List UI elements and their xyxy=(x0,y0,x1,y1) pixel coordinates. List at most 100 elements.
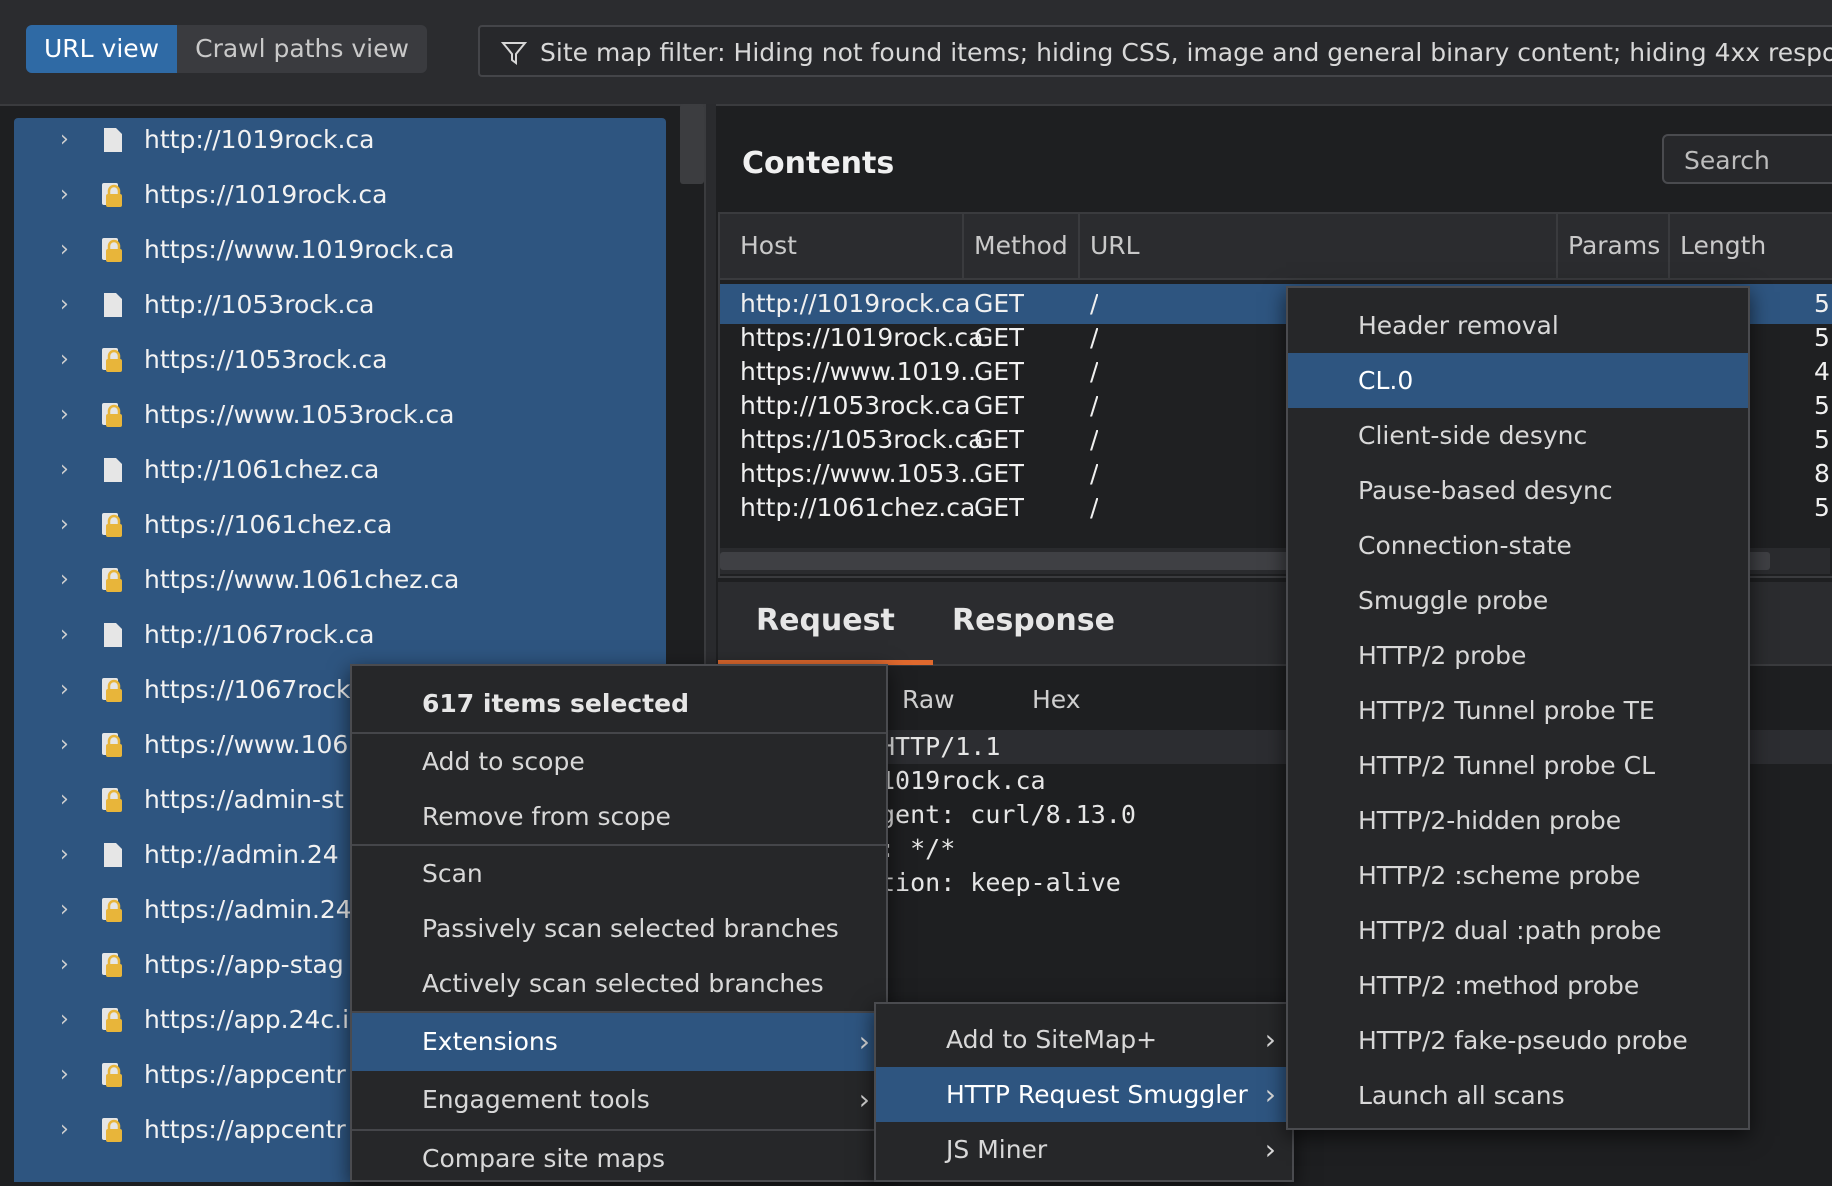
site-map-filter-bar[interactable]: Site map filter: Hiding not found items;… xyxy=(478,25,1832,77)
chevron-right-icon: › xyxy=(1264,1133,1276,1166)
menu-item-extensions[interactable]: Extensions › xyxy=(352,1013,886,1071)
filter-icon xyxy=(500,42,528,65)
menu-item-smuggler-option[interactable]: HTTP/2 probe xyxy=(1288,628,1748,683)
chevron-right-icon[interactable]: › xyxy=(60,827,82,882)
secure-host-icon xyxy=(102,788,122,812)
column-method[interactable]: Method xyxy=(964,214,1080,278)
chevron-right-icon[interactable]: › xyxy=(60,717,82,772)
tree-item[interactable]: › http://1019rock.ca xyxy=(14,112,666,167)
menu-item-smuggler-option[interactable]: HTTP/2 dual :path probe xyxy=(1288,903,1748,958)
menu-item-scan[interactable]: Scan xyxy=(352,846,886,901)
chevron-right-icon[interactable]: › xyxy=(60,937,82,992)
menu-item-smuggler-option[interactable]: Connection-state xyxy=(1288,518,1748,573)
menu-item-active-scan[interactable]: Actively scan selected branches xyxy=(352,956,886,1011)
tree-item-label: https://1053rock.ca xyxy=(144,345,388,374)
tab-hex[interactable]: Hex xyxy=(1032,672,1081,728)
menu-item-add-to-scope[interactable]: Add to scope xyxy=(352,734,886,789)
column-length[interactable]: Length xyxy=(1670,214,1832,278)
tree-item[interactable]: › https://1061chez.ca xyxy=(14,497,666,552)
cell-method: GET xyxy=(974,493,1025,522)
menu-item-passive-scan[interactable]: Passively scan selected branches xyxy=(352,901,886,956)
tree-item-label: https://www.1019rock.ca xyxy=(144,235,455,264)
secure-host-icon xyxy=(102,898,122,922)
tab-response[interactable]: Response xyxy=(914,582,1153,660)
menu-item-smuggler-option[interactable]: Header removal xyxy=(1288,298,1748,353)
chevron-right-icon[interactable]: › xyxy=(60,387,82,442)
column-url[interactable]: URL xyxy=(1080,214,1558,278)
tree-item-label: https://1067rock xyxy=(144,675,351,704)
tree-item[interactable]: › http://1053rock.ca xyxy=(14,277,666,332)
chevron-right-icon[interactable]: › xyxy=(60,1102,82,1157)
chevron-right-icon: › xyxy=(858,1083,870,1116)
chevron-right-icon[interactable]: › xyxy=(60,442,82,497)
tree-item[interactable]: › https://1053rock.ca xyxy=(14,332,666,387)
code-line: : */* xyxy=(880,834,956,863)
secure-host-icon xyxy=(102,568,122,592)
menu-item-smuggler-option[interactable]: HTTP/2 :scheme probe xyxy=(1288,848,1748,903)
tab-raw[interactable]: Raw xyxy=(902,672,955,728)
top-toolbar: URL view Crawl paths view Site map filte… xyxy=(0,0,1832,106)
menu-item-smuggler-option[interactable]: Pause-based desync xyxy=(1288,463,1748,518)
menu-item-smuggler-option[interactable]: HTTP/2 Tunnel probe TE xyxy=(1288,683,1748,738)
menu-item-smuggler-option[interactable]: Smuggle probe xyxy=(1288,573,1748,628)
tree-item-label: https://appcentr xyxy=(144,1060,346,1089)
chevron-right-icon[interactable]: › xyxy=(60,277,82,332)
tree-item[interactable]: › https://www.1061chez.ca xyxy=(14,552,666,607)
menu-item-smuggler-option[interactable]: CL.0 xyxy=(1288,353,1748,408)
menu-item-js-miner[interactable]: JS Miner › xyxy=(876,1122,1292,1177)
chevron-right-icon[interactable]: › xyxy=(60,607,82,662)
chevron-right-icon[interactable]: › xyxy=(60,1047,82,1102)
tree-item-label: https://www.1061chez.ca xyxy=(144,565,460,594)
column-host[interactable]: Host xyxy=(720,214,964,278)
tree-item-label: http://1067rock.ca xyxy=(144,620,375,649)
secure-host-icon xyxy=(102,403,122,427)
crawl-paths-view-tab[interactable]: Crawl paths view xyxy=(177,25,427,73)
chevron-right-icon[interactable]: › xyxy=(60,497,82,552)
chevron-right-icon[interactable]: › xyxy=(60,167,82,222)
url-view-tab[interactable]: URL view xyxy=(26,25,178,73)
menu-item-http-request-smuggler[interactable]: HTTP Request Smuggler › xyxy=(876,1067,1292,1122)
secure-host-icon xyxy=(102,953,122,977)
menu-item-remove-from-scope[interactable]: Remove from scope xyxy=(352,789,886,844)
chevron-right-icon[interactable]: › xyxy=(60,112,82,167)
cell-length: 5 xyxy=(1814,493,1830,522)
chevron-right-icon[interactable]: › xyxy=(60,772,82,827)
tree-item-label: http://admin.24 xyxy=(144,840,339,869)
code-line: tion: keep-alive xyxy=(880,868,1121,897)
chevron-right-icon[interactable]: › xyxy=(60,552,82,607)
tree-item-label: https://admin.24 xyxy=(144,895,352,924)
tree-item-label: https://admin-st xyxy=(144,785,344,814)
menu-item-smuggler-option[interactable]: HTTP/2 fake-pseudo probe xyxy=(1288,1013,1748,1068)
page-icon xyxy=(104,623,122,647)
menu-item-smuggler-option[interactable]: HTTP/2 Tunnel probe CL xyxy=(1288,738,1748,793)
secure-host-icon xyxy=(102,183,122,207)
contents-search-input[interactable]: Search xyxy=(1662,134,1832,184)
smuggler-submenu: Header removal CL.0 Client-side desync Paus… xyxy=(1286,286,1750,1130)
chevron-right-icon[interactable]: › xyxy=(60,662,82,717)
menu-item-compare-site-maps[interactable]: Compare site maps xyxy=(352,1131,886,1186)
tree-item[interactable]: › https://1019rock.ca xyxy=(14,167,666,222)
menu-item-smuggler-option[interactable]: HTTP/2-hidden probe xyxy=(1288,793,1748,848)
chevron-right-icon[interactable]: › xyxy=(60,882,82,937)
chevron-right-icon[interactable]: › xyxy=(60,992,82,1047)
secure-host-icon xyxy=(102,733,122,757)
menu-item-label: JS Miner xyxy=(946,1135,1048,1164)
menu-item-engagement-tools[interactable]: Engagement tools › xyxy=(352,1071,886,1129)
tree-item-label: http://1019rock.ca xyxy=(144,125,375,154)
column-params[interactable]: Params xyxy=(1558,214,1670,278)
tab-request[interactable]: Request xyxy=(718,582,933,665)
tree-item[interactable]: › https://www.1053rock.ca xyxy=(14,387,666,442)
tree-item[interactable]: › https://www.1019rock.ca xyxy=(14,222,666,277)
tree-item-label: https://appcentr xyxy=(144,1115,346,1144)
tree-scrollbar-thumb[interactable] xyxy=(680,104,704,184)
chevron-right-icon[interactable]: › xyxy=(60,222,82,277)
menu-item-smuggler-option[interactable]: Client-side desync xyxy=(1288,408,1748,463)
menu-item-add-to-sitemap-plus[interactable]: Add to SiteMap+ › xyxy=(876,1012,1292,1067)
menu-item-smuggler-option[interactable]: Launch all scans xyxy=(1288,1068,1748,1123)
code-line: gent: curl/8.13.0 xyxy=(880,800,1136,829)
chevron-right-icon[interactable]: › xyxy=(60,332,82,387)
tree-item[interactable]: › http://1067rock.ca xyxy=(14,607,666,662)
menu-item-smuggler-option[interactable]: HTTP/2 :method probe xyxy=(1288,958,1748,1013)
extensions-submenu: Add to SiteMap+ › HTTP Request Smuggler … xyxy=(874,1002,1294,1182)
tree-item[interactable]: › http://1061chez.ca xyxy=(14,442,666,497)
